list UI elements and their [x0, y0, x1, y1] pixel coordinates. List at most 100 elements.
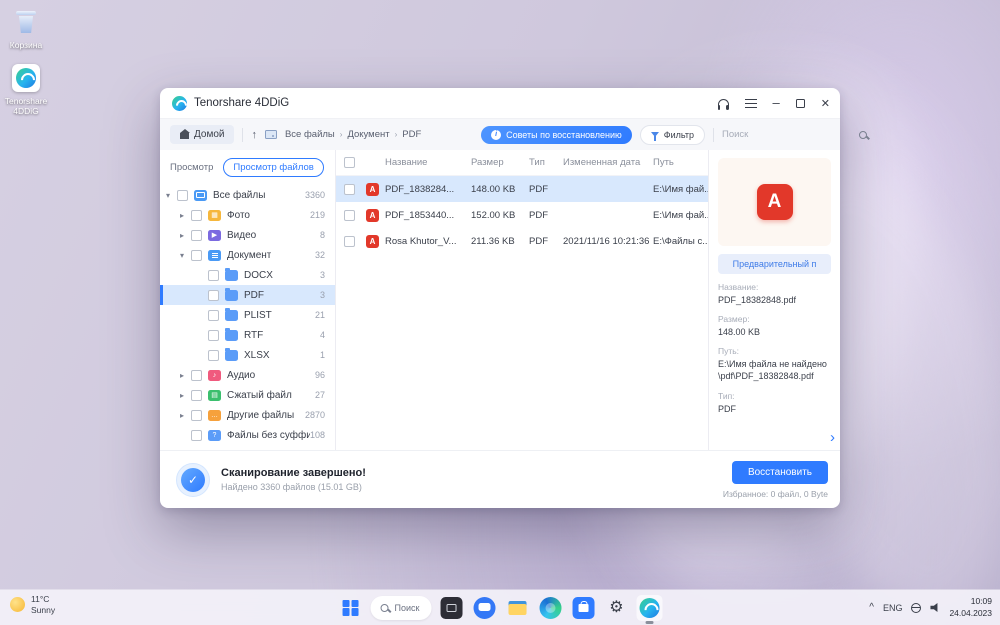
preview-thumbnail: A	[718, 158, 831, 246]
store-button[interactable]	[570, 595, 596, 621]
search-input[interactable]	[722, 129, 854, 140]
checkbox[interactable]	[344, 209, 355, 221]
drive-icon	[264, 130, 277, 139]
volume-icon[interactable]	[930, 603, 938, 612]
column-header-path[interactable]: Путь	[653, 157, 708, 168]
checkbox[interactable]	[191, 249, 202, 261]
taskbar-search[interactable]: Поиск	[370, 595, 432, 620]
start-button[interactable]	[338, 595, 364, 621]
home-button[interactable]: Домой	[170, 125, 235, 144]
checkbox[interactable]	[208, 349, 219, 361]
file-explorer-button[interactable]	[504, 595, 530, 621]
table-row[interactable]: A PDF_1853440... 152.00 KB PDF E:\Имя фа…	[336, 202, 708, 228]
table-header: Название Размер Тип Измененная дата Путь	[336, 150, 708, 176]
file-size: 148.00 KB	[471, 183, 516, 195]
column-header-name[interactable]: Название	[385, 157, 471, 168]
checkbox[interactable]	[191, 369, 202, 381]
tree-item-no-suffix[interactable]: ? Файлы без суффикса 108	[160, 425, 335, 445]
minimize-button[interactable]: –	[773, 96, 780, 109]
checkbox[interactable]	[208, 289, 219, 301]
tree-item-video[interactable]: ▸ ▶ Видео 8	[160, 225, 335, 245]
tree-item-plist[interactable]: PLIST 21	[160, 305, 335, 325]
tree-item-other-files[interactable]: ▸ … Другие файлы 2870	[160, 405, 335, 425]
field-value-type: PDF	[718, 403, 736, 414]
checkbox[interactable]	[344, 235, 355, 247]
checkbox[interactable]	[177, 189, 188, 201]
tree-item-label: DOCX	[244, 269, 273, 281]
chevron-right-icon[interactable]: ▸	[180, 391, 191, 400]
desktop-icon-4ddig[interactable]: Tenorshare 4DDiG	[0, 64, 52, 116]
tree-item-count: 3360	[304, 190, 325, 200]
recovery-tips-button[interactable]: i Советы по восстановлению	[481, 125, 632, 144]
column-header-type[interactable]: Тип	[529, 157, 563, 168]
checkbox[interactable]	[191, 409, 202, 421]
file-name: Rosa Khutor_V...	[385, 235, 457, 247]
breadcrumb-pdf[interactable]: PDF	[402, 129, 421, 140]
close-button[interactable]: ✕	[821, 97, 830, 110]
tree-item-docx[interactable]: DOCX 3	[160, 265, 335, 285]
tree-item-count: 219	[309, 210, 325, 220]
checkbox[interactable]	[344, 183, 355, 195]
clock[interactable]: 10:09 24.04.2023	[949, 596, 992, 618]
chevron-right-icon[interactable]: ▸	[180, 411, 191, 420]
breadcrumb-all-files[interactable]: Все файлы	[285, 129, 335, 140]
menu-icon[interactable]	[744, 98, 757, 108]
breadcrumb-document[interactable]: Документ	[347, 129, 389, 140]
settings-button[interactable]: ⚙	[603, 595, 629, 621]
4ddig-taskbar-button[interactable]	[636, 594, 663, 624]
tree-item-photo[interactable]: ▸ ▦ Фото 219	[160, 205, 335, 225]
desktop-icon-recycle-bin[interactable]: Корзина	[0, 8, 52, 50]
search-icon[interactable]	[859, 130, 867, 139]
checkbox[interactable]	[208, 309, 219, 321]
next-file-chevron[interactable]: ›	[830, 429, 835, 446]
chevron-right-icon[interactable]: ▸	[180, 211, 191, 220]
preview-button[interactable]: Предварительный п	[718, 254, 831, 274]
chat-app-button[interactable]	[471, 595, 497, 621]
maximize-button[interactable]	[795, 98, 805, 108]
tab-preview[interactable]: Просмотр	[170, 162, 213, 173]
folder-icon	[225, 267, 238, 281]
chevron-right-icon[interactable]: ▸	[180, 231, 191, 240]
tab-file-view[interactable]: Просмотр файлов	[223, 158, 324, 177]
chevron-right-icon[interactable]: ▸	[180, 371, 191, 380]
table-row[interactable]: A PDF_1838284... 148.00 KB PDF E:\Имя фа…	[336, 176, 708, 202]
up-arrow-icon[interactable]: ↑	[251, 129, 257, 141]
dark-app-button[interactable]	[438, 595, 464, 621]
recover-button[interactable]: Восстановить	[731, 460, 828, 484]
checkbox[interactable]	[191, 209, 202, 221]
checkbox[interactable]	[191, 429, 202, 441]
checkbox[interactable]	[191, 229, 202, 241]
tree-item-pdf[interactable]: PDF 3	[160, 285, 335, 305]
tree-item-xlsx[interactable]: XLSX 1	[160, 345, 335, 365]
tips-label: Советы по восстановлению	[506, 129, 622, 140]
checkbox[interactable]	[208, 329, 219, 341]
tree-item-rtf[interactable]: RTF 4	[160, 325, 335, 345]
tree-item-archive[interactable]: ▸ ▤ Сжатый файл 27	[160, 385, 335, 405]
select-all-checkbox[interactable]	[344, 157, 355, 168]
home-button-label: Домой	[194, 129, 225, 140]
column-header-date[interactable]: Измененная дата	[563, 157, 653, 168]
network-icon[interactable]	[911, 602, 922, 613]
funnel-icon	[650, 132, 659, 141]
tree-item-document[interactable]: ▾ Документ 32	[160, 245, 335, 265]
language-indicator[interactable]: ENG	[883, 603, 903, 613]
checkbox[interactable]	[191, 389, 202, 401]
sun-icon	[10, 597, 25, 613]
chevron-down-icon[interactable]: ▾	[166, 191, 177, 200]
weather-widget[interactable]: 11°C Sunny	[10, 594, 55, 615]
tree-item-audio[interactable]: ▸ ♪ Аудио 96	[160, 365, 335, 385]
tree-item-all-files[interactable]: ▾ Все файлы 3360	[160, 185, 335, 205]
tree-item-label: Фото	[227, 209, 250, 221]
table-row[interactable]: A Rosa Khutor_V... 211.36 KB PDF 2021/11…	[336, 228, 708, 254]
titlebar[interactable]: Tenorshare 4DDiG – ✕	[160, 88, 840, 118]
chevron-down-icon[interactable]: ▾	[180, 251, 191, 260]
windows-logo-icon	[342, 599, 359, 616]
column-header-size[interactable]: Размер	[471, 157, 529, 168]
weather-condition: Sunny	[31, 604, 56, 615]
tray-chevron-up-icon[interactable]: ^	[869, 602, 874, 613]
checkbox[interactable]	[208, 269, 219, 281]
window-title: Tenorshare 4DDiG	[194, 97, 290, 109]
support-headset-icon[interactable]	[717, 98, 729, 110]
filter-button[interactable]: Фильтр	[639, 124, 705, 145]
edge-browser-button[interactable]	[537, 595, 563, 621]
